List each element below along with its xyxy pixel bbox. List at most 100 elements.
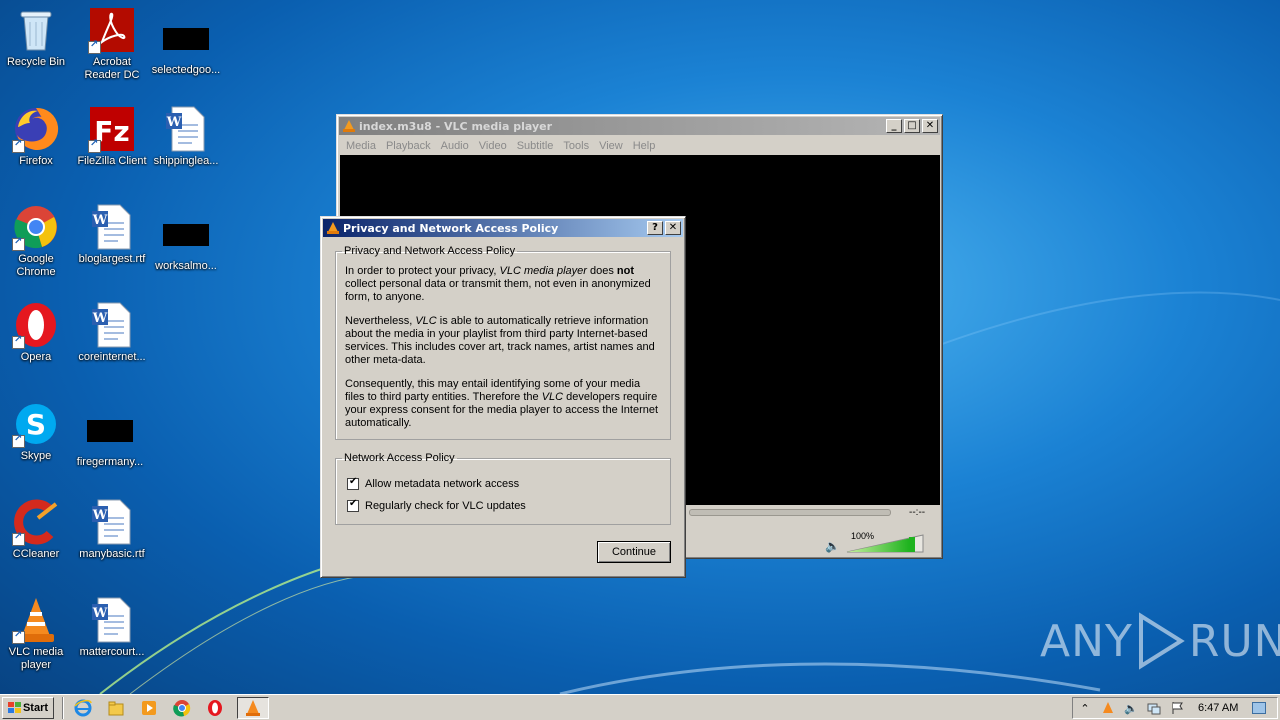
desktop-icon-manybasic[interactable]: W manybasic.rtf [73, 498, 151, 561]
menu-view[interactable]: View [594, 140, 628, 152]
desktop-icon-label: manybasic.rtf [79, 548, 145, 560]
privacy-group: Privacy and Network Access Policy In ord… [335, 245, 671, 440]
desktop-icon-label: Google Chrome [16, 253, 56, 278]
desktop-icon-opera[interactable]: Opera [0, 301, 75, 364]
menu-audio[interactable]: Audio [436, 140, 474, 152]
taskbar-separator [62, 696, 64, 719]
desktop-icon-mattercourt[interactable]: W mattercourt... [73, 596, 151, 659]
privacy-paragraph-3: Consequently, this may entail identifyin… [345, 378, 659, 429]
dialog-titlebar[interactable]: Privacy and Network Access Policy ? ✕ [323, 219, 683, 237]
desktop-icon-label: mattercourt... [79, 646, 145, 658]
menu-media[interactable]: Media [341, 140, 381, 152]
desktop-icon-label: Recycle Bin [6, 56, 66, 68]
desktop-icon-selectedgoo[interactable]: selectedgoo... [147, 16, 225, 77]
metadata-checkbox-row[interactable]: Allow metadata network access [347, 476, 661, 490]
privacy-paragraph-2: Nevertheless, VLC is able to automatical… [345, 315, 655, 366]
desktop-icon-skype[interactable]: S Skype [0, 400, 75, 463]
svg-text:W: W [92, 213, 108, 228]
vlc-cone-icon [327, 222, 339, 234]
tray-network-icon[interactable] [1146, 700, 1162, 716]
recycle-bin-icon [12, 6, 60, 54]
minimize-button[interactable]: _ [886, 119, 902, 133]
ccleaner-icon [12, 498, 60, 546]
desktop-icon-coreinternet[interactable]: W coreinternet... [73, 301, 151, 364]
vlc-menubar: Media Playback Audio Video Subtitle Tool… [337, 137, 942, 155]
firefox-icon [12, 105, 60, 153]
word-doc-icon: W [88, 203, 136, 251]
maximize-button[interactable]: □ [904, 119, 920, 133]
close-button[interactable]: ✕ [922, 119, 938, 133]
ie-icon[interactable] [72, 697, 94, 719]
desktop-icon-label: worksalmo... [155, 260, 217, 272]
anyrun-watermark: ANY RUN [1040, 612, 1280, 670]
desktop-icon-firefox[interactable]: Firefox [0, 105, 75, 168]
seek-bar[interactable] [689, 509, 891, 516]
speaker-icon[interactable]: 🔈 [825, 539, 840, 553]
dialog-close-button[interactable]: ✕ [665, 221, 681, 235]
desktop-icon-firegermany[interactable]: firegermany... [71, 408, 149, 469]
taskbar: Start ⌃ 🔈 6:47 AM [0, 694, 1280, 720]
help-button[interactable]: ? [647, 221, 663, 235]
metadata-checkbox-label[interactable]: Allow metadata network access [365, 478, 519, 490]
privacy-group-legend: Privacy and Network Access Policy [344, 245, 516, 257]
desktop-icon-label: bloglargest.rtf [78, 253, 146, 265]
vlc-icon [12, 596, 60, 644]
svg-text:S: S [26, 408, 46, 441]
desktop-icon-label: Opera [20, 351, 52, 363]
tray-vlc-icon[interactable] [1100, 700, 1116, 716]
opera-icon [12, 301, 60, 349]
desktop-icon-recycle-bin[interactable]: Recycle Bin [0, 6, 75, 69]
volume-slider[interactable] [845, 533, 925, 553]
desktop-icon-worksalmo[interactable]: worksalmo... [147, 212, 225, 273]
explorer-icon[interactable] [105, 697, 127, 719]
metadata-checkbox[interactable] [347, 476, 359, 490]
menu-tools[interactable]: Tools [558, 140, 594, 152]
vlc-titlebar[interactable]: index.m3u8 - VLC media player _ □ ✕ [339, 117, 940, 135]
menu-playback[interactable]: Playback [381, 140, 436, 152]
desktop-icon-label: VLC media player [8, 646, 64, 671]
desktop-icon-shippinglea[interactable]: W shippinglea... [147, 105, 225, 168]
filezilla-icon: Fz [88, 105, 136, 153]
chrome-icon [12, 203, 60, 251]
tray-expand-icon[interactable]: ⌃ [1077, 700, 1093, 716]
menu-video[interactable]: Video [474, 140, 512, 152]
chrome-taskbar-icon[interactable] [171, 697, 193, 719]
desktop-icon-label: FileZilla Client [77, 155, 147, 167]
desktop-icon-filezilla[interactable]: Fz FileZilla Client [73, 105, 151, 168]
tray-volume-icon[interactable]: 🔈 [1123, 700, 1139, 716]
opera-taskbar-icon[interactable] [204, 697, 226, 719]
menu-help[interactable]: Help [628, 140, 661, 152]
updates-checkbox-label[interactable]: Regularly check for VLC updates [365, 500, 526, 512]
dialog-title: Privacy and Network Access Policy [343, 221, 559, 235]
show-desktop-button[interactable] [1252, 702, 1267, 714]
privacy-paragraph-1: In order to protect your privacy, VLC me… [345, 265, 651, 303]
vlc-window-title: index.m3u8 - VLC media player [359, 119, 553, 133]
start-label: Start [22, 701, 49, 714]
menu-subtitle[interactable]: Subtitle [512, 140, 559, 152]
desktop-icon-label: Acrobat Reader DC [84, 56, 140, 81]
desktop-icon-chrome[interactable]: Google Chrome [0, 203, 75, 279]
svg-text:W: W [92, 311, 108, 326]
vlc-taskbar-button[interactable] [237, 696, 269, 719]
taskbar-clock[interactable]: 6:47 AM [1198, 702, 1238, 714]
start-button[interactable]: Start [2, 696, 54, 719]
svg-text:W: W [92, 508, 108, 523]
shortcut-arrow-icon [88, 138, 101, 153]
shortcut-arrow-icon [88, 39, 101, 54]
shortcut-arrow-icon [12, 433, 25, 448]
word-doc-icon: W [162, 105, 210, 153]
continue-button[interactable]: Continue [597, 541, 671, 563]
updates-checkbox-row[interactable]: Regularly check for VLC updates [347, 498, 661, 512]
desktop-icon-label: firegermany... [76, 456, 144, 468]
privacy-dialog[interactable]: Privacy and Network Access Policy ? ✕ Pr… [320, 216, 686, 578]
desktop-icon-bloglargest[interactable]: W bloglargest.rtf [73, 203, 151, 266]
desktop-icon-label: selectedgoo... [151, 64, 221, 76]
vlc-cone-icon [343, 120, 355, 132]
media-player-icon[interactable] [138, 697, 160, 719]
desktop-icon-acrobat[interactable]: Acrobat Reader DC [73, 6, 151, 82]
desktop-icon-ccleaner[interactable]: CCleaner [0, 498, 75, 561]
desktop-icon-vlc[interactable]: VLC media player [0, 596, 75, 672]
word-doc-icon: W [88, 596, 136, 644]
tray-flag-icon[interactable] [1169, 700, 1185, 716]
updates-checkbox[interactable] [347, 498, 359, 512]
